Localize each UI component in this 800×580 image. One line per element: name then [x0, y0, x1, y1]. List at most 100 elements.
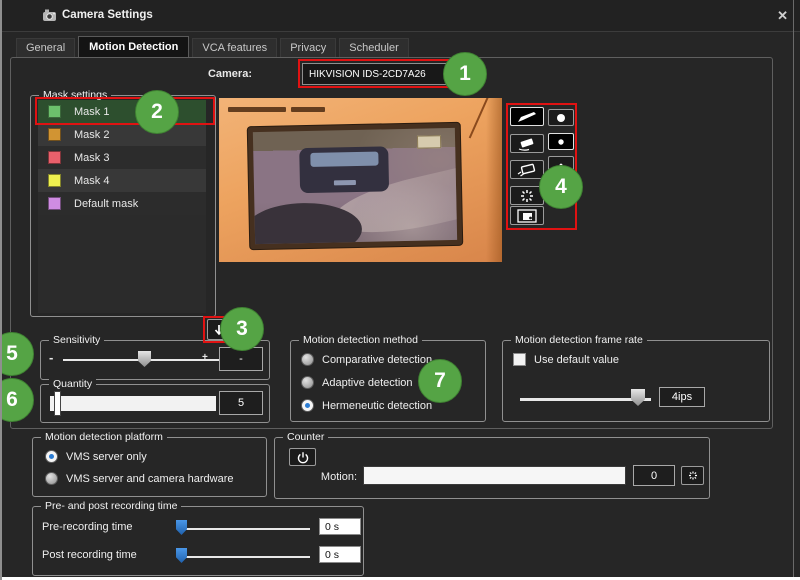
radio-adaptive-detection[interactable]: Adaptive detection — [301, 376, 413, 389]
dot-medium-icon — [553, 136, 569, 148]
eraser-icon — [515, 137, 539, 151]
radio-label: VMS server only — [66, 451, 147, 463]
mask-list-item-4[interactable]: Mask 4 — [38, 169, 206, 192]
dialog-right-edge — [793, 0, 794, 580]
street-scene — [253, 128, 457, 244]
quantity-group: Quantity 5 — [40, 384, 270, 423]
eraser-tool-button[interactable] — [510, 134, 544, 153]
detection-method-group: Motion detection method Comparative dete… — [290, 340, 486, 422]
mask-color-swatch — [48, 105, 61, 118]
tab-bar: General Motion Detection VCA features Pr… — [16, 38, 409, 57]
preview-image-button[interactable] — [510, 206, 544, 225]
radio-icon — [301, 376, 314, 389]
title-bar: Camera Settings ✕ — [2, 0, 800, 32]
burst-icon — [685, 470, 701, 481]
use-default-value-checkbox[interactable]: Use default value — [513, 353, 619, 366]
quantity-slider-thumb[interactable] — [54, 391, 61, 416]
post-recording-slider-thumb[interactable] — [176, 548, 187, 563]
burst-icon — [515, 189, 539, 203]
camera-dropdown-value: HIKVISION IDS-2CD7A26 — [303, 69, 451, 80]
frame-rate-value: 4ips — [659, 387, 705, 407]
mask-list-item-2[interactable]: Mask 2 — [38, 123, 206, 146]
counter-reset-button[interactable] — [681, 466, 704, 485]
radio-hermeneutic-detection[interactable]: Hermeneutic detection — [301, 399, 432, 412]
tab-privacy[interactable]: Privacy — [280, 38, 336, 57]
radio-label: Comparative detection — [322, 354, 432, 366]
motion-label: Motion: — [313, 471, 357, 483]
mask-label: Mask 4 — [74, 175, 109, 187]
brush-size-large-button[interactable] — [548, 109, 574, 126]
mask-list-item-3[interactable]: Mask 3 — [38, 146, 206, 169]
motion-burst-button[interactable] — [510, 186, 544, 205]
window-title: Camera Settings — [62, 9, 153, 21]
frame-rate-slider-thumb[interactable] — [631, 389, 645, 406]
radio-vms-server-and-camera[interactable]: VMS server and camera hardware — [45, 472, 234, 485]
radio-label: Adaptive detection — [322, 377, 413, 389]
tab-scheduler[interactable]: Scheduler — [339, 38, 409, 57]
brush-size-medium-button[interactable] — [548, 133, 574, 150]
pencil-icon — [515, 110, 539, 124]
monitor-frame — [248, 123, 463, 249]
mask-color-swatch — [48, 174, 61, 187]
mask-color-swatch — [48, 197, 61, 210]
camera-icon — [42, 9, 58, 22]
close-icon[interactable]: ✕ — [777, 8, 788, 24]
tab-general[interactable]: General — [16, 38, 75, 57]
mask-color-swatch — [48, 128, 61, 141]
power-icon — [296, 451, 310, 464]
platform-group: Motion detection platform VMS server onl… — [32, 437, 267, 497]
dot-small-icon — [553, 159, 569, 171]
mask-list-item-default[interactable]: Default mask — [38, 192, 206, 215]
sensitivity-plus-label: + — [202, 352, 208, 363]
pre-recording-slider-track[interactable] — [178, 528, 310, 530]
timestamp-overlay — [228, 107, 286, 112]
quantity-slider-track[interactable] — [50, 396, 216, 411]
sensitivity-title: Sensitivity — [49, 334, 104, 346]
motion-counter-value: 0 — [633, 465, 675, 486]
post-recording-value-field[interactable]: 0 s — [319, 546, 361, 563]
checkbox-label: Use default value — [534, 354, 619, 366]
tab-vca-features[interactable]: VCA features — [192, 38, 277, 57]
down-arrow-icon — [213, 324, 225, 336]
sensitivity-slider-thumb[interactable] — [138, 351, 151, 367]
radio-selected-icon — [301, 399, 314, 412]
radio-vms-server-only[interactable]: VMS server only — [45, 450, 147, 463]
pre-recording-slider-thumb[interactable] — [176, 520, 187, 535]
tab-motion-detection[interactable]: Motion Detection — [78, 36, 189, 57]
checkbox-icon — [513, 353, 526, 366]
camera-preview-canvas[interactable] — [219, 98, 502, 262]
pre-recording-value-field[interactable]: 0 s — [319, 518, 361, 535]
detection-method-title: Motion detection method — [299, 334, 422, 346]
mask-label: Mask 2 — [74, 129, 109, 141]
mask-list-item-1[interactable]: Mask 1 — [38, 100, 206, 123]
pre-recording-label: Pre-recording time — [42, 521, 132, 533]
mask-label: Mask 3 — [74, 152, 109, 164]
post-recording-slider-track[interactable] — [178, 556, 310, 558]
recording-time-title: Pre- and post recording time — [41, 500, 181, 512]
counter-title: Counter — [283, 431, 328, 443]
radio-comparative-detection[interactable]: Comparative detection — [301, 353, 432, 366]
road-sign — [417, 135, 441, 148]
mask-color-swatch — [48, 151, 61, 164]
pen-tool-button[interactable] — [510, 107, 544, 126]
wipe-mask-button[interactable] — [510, 160, 544, 179]
radio-label: Hermeneutic detection — [322, 400, 432, 412]
wall-shadow — [486, 98, 502, 262]
quantity-title: Quantity — [49, 378, 96, 390]
sensitivity-group: Sensitivity - + - — [40, 340, 270, 380]
picture-in-picture-icon — [515, 209, 539, 223]
dot-large-icon — [553, 112, 569, 124]
camera-label: Camera: — [162, 68, 252, 80]
motion-counter-bar — [363, 466, 626, 485]
brush-size-small-button[interactable] — [548, 156, 574, 173]
apply-mask-button[interactable] — [207, 319, 230, 340]
timestamp-overlay — [291, 107, 325, 112]
car-plate — [334, 180, 355, 186]
recording-time-group: Pre- and post recording time Pre-recordi… — [32, 506, 364, 576]
wipe-icon — [515, 163, 539, 177]
radio-icon — [45, 472, 58, 485]
camera-dropdown[interactable]: HIKVISION IDS-2CD7A26 — [302, 63, 468, 85]
sensitivity-value: - — [219, 347, 263, 371]
platform-title: Motion detection platform — [41, 431, 167, 443]
counter-enable-button[interactable] — [289, 448, 316, 466]
